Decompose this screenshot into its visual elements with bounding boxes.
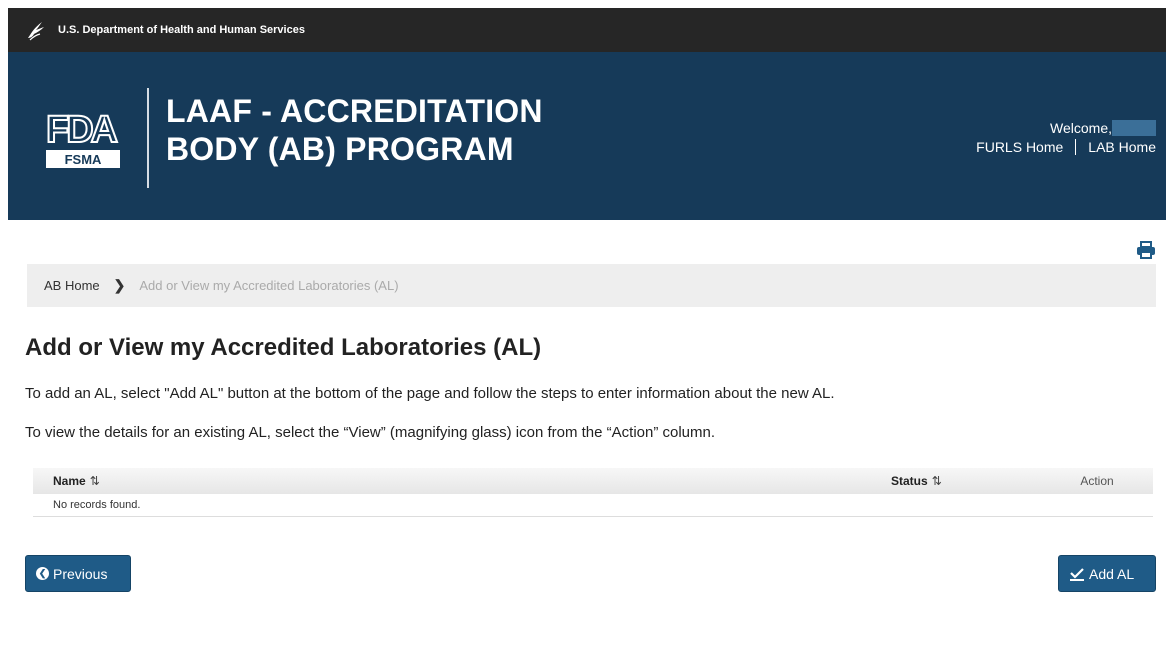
column-status-label: Status: [891, 474, 928, 488]
previous-button-label: Previous: [53, 565, 108, 582]
username-redacted: [1112, 120, 1156, 136]
banner-divider: [147, 88, 149, 188]
previous-button[interactable]: ❮ Previous: [25, 555, 131, 592]
chevron-left-circle-icon: ❮: [36, 567, 49, 580]
program-banner: FDA FSMA LAAF - ACCREDITATION BODY (AB) …: [8, 52, 1166, 220]
print-icon[interactable]: [1136, 241, 1156, 259]
empty-message: No records found.: [33, 494, 1153, 517]
welcome-area: Welcome, FURLS Home LAB Home: [976, 120, 1156, 155]
column-name-label: Name: [53, 474, 86, 488]
breadcrumb: AB Home ❯ Add or View my Accredited Labo…: [27, 264, 1156, 307]
hhs-top-bar: U.S. Department of Health and Human Serv…: [8, 8, 1166, 52]
program-title-line1: LAAF - ACCREDITATION: [166, 93, 543, 129]
program-title-line2: BODY (AB) PROGRAM: [166, 131, 514, 167]
breadcrumb-home-link[interactable]: AB Home: [44, 278, 100, 293]
lab-home-link[interactable]: LAB Home: [1088, 139, 1156, 155]
page-title: Add or View my Accredited Laboratories (…: [25, 334, 542, 361]
svg-text:FSMA: FSMA: [65, 152, 102, 167]
hhs-label: U.S. Department of Health and Human Serv…: [58, 24, 305, 36]
chevron-right-icon: ❯: [113, 277, 126, 293]
labs-table: Name ⇅ Status ⇅ Action No records found.: [33, 468, 1153, 517]
add-instructions: To add an AL, select "Add AL" button at …: [25, 385, 835, 402]
hhs-eagle-icon: [28, 22, 44, 41]
link-separator: [1075, 139, 1077, 155]
furls-home-link[interactable]: FURLS Home: [976, 139, 1063, 155]
sort-icon: ⇅: [931, 474, 942, 488]
welcome-text: Welcome,: [1050, 120, 1112, 136]
column-header-status[interactable]: Status ⇅: [871, 474, 1041, 488]
table-header: Name ⇅ Status ⇅ Action: [33, 468, 1153, 494]
program-title: LAAF - ACCREDITATION BODY (AB) PROGRAM: [166, 92, 543, 168]
page-frame: U.S. Department of Health and Human Serv…: [8, 8, 1166, 651]
sort-icon: ⇅: [89, 474, 100, 488]
fda-fsma-logo: FDA FSMA: [45, 108, 122, 168]
add-al-button-label: Add AL: [1089, 565, 1135, 582]
column-header-name[interactable]: Name ⇅: [33, 474, 871, 488]
check-edit-icon: [1070, 567, 1084, 581]
add-al-button[interactable]: Add AL: [1058, 555, 1156, 592]
column-header-action: Action: [1080, 474, 1114, 488]
breadcrumb-current: Add or View my Accredited Laboratories (…: [139, 278, 399, 293]
svg-text:FDA: FDA: [46, 109, 118, 151]
view-instructions: To view the details for an existing AL, …: [25, 424, 716, 441]
